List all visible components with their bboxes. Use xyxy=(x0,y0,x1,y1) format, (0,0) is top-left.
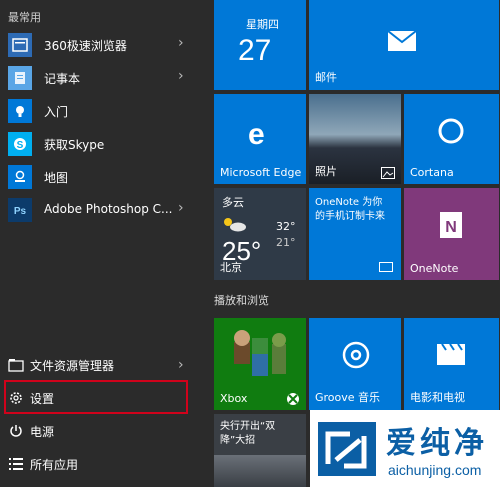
power-label: 电源 xyxy=(30,425,55,439)
news-headline: 央行开出“双 降”大招 xyxy=(220,421,276,446)
skype-icon: S xyxy=(8,132,32,156)
gear-icon xyxy=(8,390,24,406)
chevron-right-icon[interactable]: › xyxy=(178,200,184,216)
weather-high: 32° xyxy=(276,220,296,233)
svg-text:Ps: Ps xyxy=(14,206,27,217)
app-item-label: Adobe Photoshop C... xyxy=(44,202,173,216)
weather-city: 北京 xyxy=(220,261,242,274)
xbox-tile[interactable]: Xbox xyxy=(214,318,306,410)
clapperboard-icon xyxy=(437,343,465,365)
app-item-360-browser[interactable]: 360极速浏览器 › xyxy=(0,29,212,61)
file-explorer-item[interactable]: 文件资源管理器 › xyxy=(0,349,212,381)
all-apps-label: 所有应用 xyxy=(30,458,79,472)
app-item-maps[interactable]: 地图 xyxy=(0,161,212,193)
news-image xyxy=(214,455,306,487)
svg-text:S: S xyxy=(17,140,24,151)
all-apps-icon xyxy=(8,456,24,472)
onenote-promo-text: OneNote 为你 的手机订制卡来 xyxy=(315,197,385,222)
start-menu-left-pane: 最常用 360极速浏览器 › 记事本 › 入门 S 获取Skype 地图 Ps … xyxy=(0,0,212,487)
app-item-label: 地图 xyxy=(44,171,69,185)
news-tile[interactable]: 央行开出“双 降”大招 xyxy=(214,414,306,487)
onenote-tile[interactable]: N OneNote xyxy=(404,188,499,280)
xbox-label: Xbox xyxy=(220,392,248,405)
app-item-label: 入门 xyxy=(44,105,69,119)
weather-tile[interactable]: 多云 25° 32° 21° 北京 xyxy=(214,188,306,280)
watermark-cn-text: 爱纯净 xyxy=(386,426,488,461)
onenote-promo-tile[interactable]: OneNote 为你 的手机订制卡来 xyxy=(309,188,401,280)
groove-label: Groove 音乐 xyxy=(315,391,381,404)
app-item-photoshop[interactable]: Ps Adobe Photoshop C... › xyxy=(0,194,212,226)
app-item-label: 360极速浏览器 xyxy=(44,39,127,53)
photo-icon xyxy=(381,167,395,179)
chevron-right-icon[interactable]: › xyxy=(178,35,184,51)
group-label-play-browse: 播放和浏览 xyxy=(214,294,269,307)
cortana-label: Cortana xyxy=(410,166,454,179)
power-icon xyxy=(8,423,24,439)
edge-icon: e xyxy=(248,118,265,151)
mail-icon xyxy=(387,30,417,51)
file-explorer-label: 文件资源管理器 xyxy=(30,359,115,373)
photos-tile[interactable]: 照片 xyxy=(309,94,401,184)
settings-label: 设置 xyxy=(30,392,55,406)
movies-tile[interactable]: 电影和电视 xyxy=(404,318,499,410)
app-item-skype[interactable]: S 获取Skype xyxy=(0,128,212,160)
watermark-logo: 爱纯净 aichunjing.com xyxy=(310,410,500,487)
all-apps-item[interactable]: 所有应用 xyxy=(0,448,212,480)
groove-tile[interactable]: Groove 音乐 xyxy=(309,318,401,410)
mail-tile[interactable]: 邮件 xyxy=(309,0,499,90)
chevron-right-icon[interactable]: › xyxy=(178,68,184,84)
app-item-notepad[interactable]: 记事本 › xyxy=(0,62,212,94)
settings-item[interactable]: 设置 xyxy=(0,382,212,414)
watermark-url: aichunjing.com xyxy=(388,462,482,478)
mail-label: 邮件 xyxy=(315,71,337,84)
app-item-label: 记事本 xyxy=(44,72,81,86)
app-item-label: 获取Skype xyxy=(44,138,105,152)
onenote-icon: N xyxy=(440,212,462,238)
groove-icon xyxy=(342,341,370,369)
edge-tile[interactable]: e Microsoft Edge xyxy=(214,94,306,184)
svg-text:N: N xyxy=(445,219,457,236)
onenote-label: OneNote xyxy=(410,262,459,275)
weather-condition: 多云 xyxy=(222,196,244,209)
cortana-icon xyxy=(438,118,464,144)
notepad-icon xyxy=(8,66,32,90)
sun-icon xyxy=(224,218,246,232)
game-characters-image xyxy=(234,330,286,376)
calendar-date: 27 xyxy=(238,34,272,67)
edge-label: Microsoft Edge xyxy=(220,166,302,179)
map-icon xyxy=(8,165,32,189)
lightbulb-icon xyxy=(8,99,32,123)
xbox-logo-icon xyxy=(287,393,299,405)
browser-icon xyxy=(8,33,32,57)
photos-label: 照片 xyxy=(315,165,337,178)
weather-low: 21° xyxy=(276,236,296,249)
most-used-label: 最常用 xyxy=(8,11,41,24)
power-item[interactable]: 电源 xyxy=(0,415,212,447)
phone-icon xyxy=(379,262,393,272)
file-explorer-icon xyxy=(8,357,24,373)
photoshop-icon: Ps xyxy=(8,198,32,222)
calendar-day: 星期四 xyxy=(246,18,279,31)
app-item-get-started[interactable]: 入门 xyxy=(0,95,212,127)
calendar-tile[interactable]: 星期四 27 xyxy=(214,0,306,90)
cortana-tile[interactable]: Cortana xyxy=(404,94,499,184)
movies-label: 电影和电视 xyxy=(410,391,465,404)
chevron-right-icon[interactable]: › xyxy=(178,357,184,373)
watermark-emblem-icon xyxy=(318,422,376,476)
